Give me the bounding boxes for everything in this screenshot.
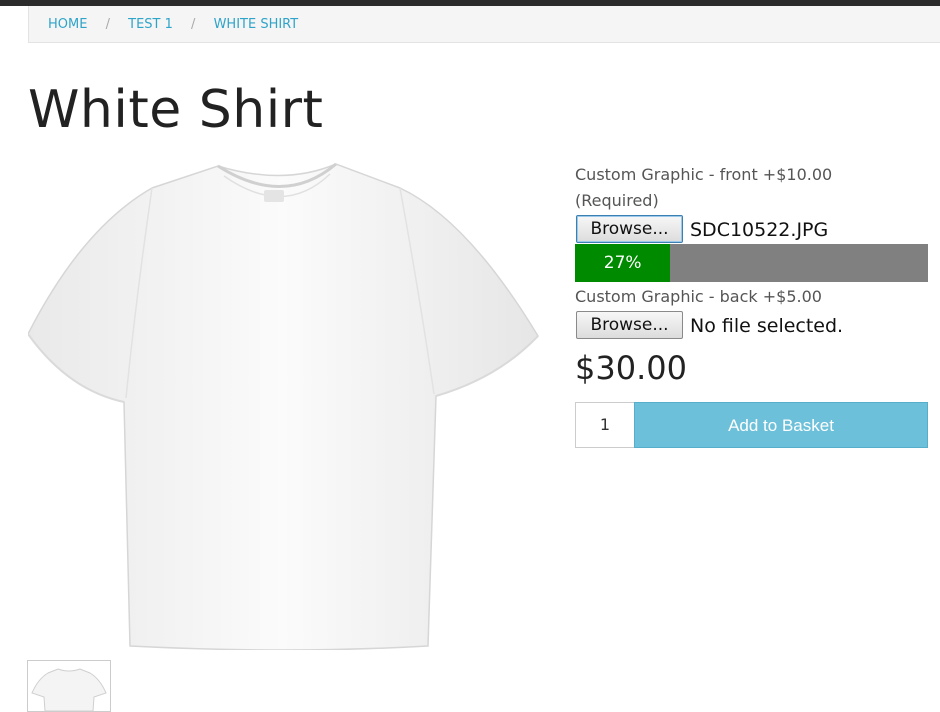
breadcrumb-separator: / <box>105 17 110 32</box>
tshirt-thumbnail-icon <box>31 668 107 711</box>
product-price: $30.00 <box>575 349 687 387</box>
breadcrumb-test1-link[interactable]: TEST 1 <box>128 17 173 32</box>
front-browse-button[interactable]: Browse... <box>576 215 683 243</box>
back-file-name: No file selected. <box>690 315 844 337</box>
product-thumbnail[interactable] <box>27 660 111 712</box>
tshirt-image-icon <box>27 162 539 651</box>
back-graphic-label: Custom Graphic - back +$5.00 <box>575 287 822 306</box>
quantity-input[interactable]: 1 <box>575 402 635 448</box>
front-graphic-label: Custom Graphic - front +$10.00 <box>575 165 833 184</box>
breadcrumb: HOME / TEST 1 / WHITE SHIRT <box>28 6 940 43</box>
back-browse-button[interactable]: Browse... <box>576 311 683 339</box>
upload-progress-fill: 27% <box>575 244 671 282</box>
page-title: White Shirt <box>28 80 324 140</box>
upload-progress-bar: 27% <box>575 244 928 282</box>
front-file-name: SDC10522.JPG <box>690 219 829 241</box>
front-graphic-required: (Required) <box>575 191 659 210</box>
breadcrumb-home-link[interactable]: HOME <box>48 17 87 32</box>
breadcrumb-current-link[interactable]: WHITE SHIRT <box>214 17 299 32</box>
add-to-basket-button[interactable]: Add to Basket <box>634 402 928 448</box>
product-image[interactable] <box>27 158 540 651</box>
breadcrumb-separator: / <box>191 17 196 32</box>
